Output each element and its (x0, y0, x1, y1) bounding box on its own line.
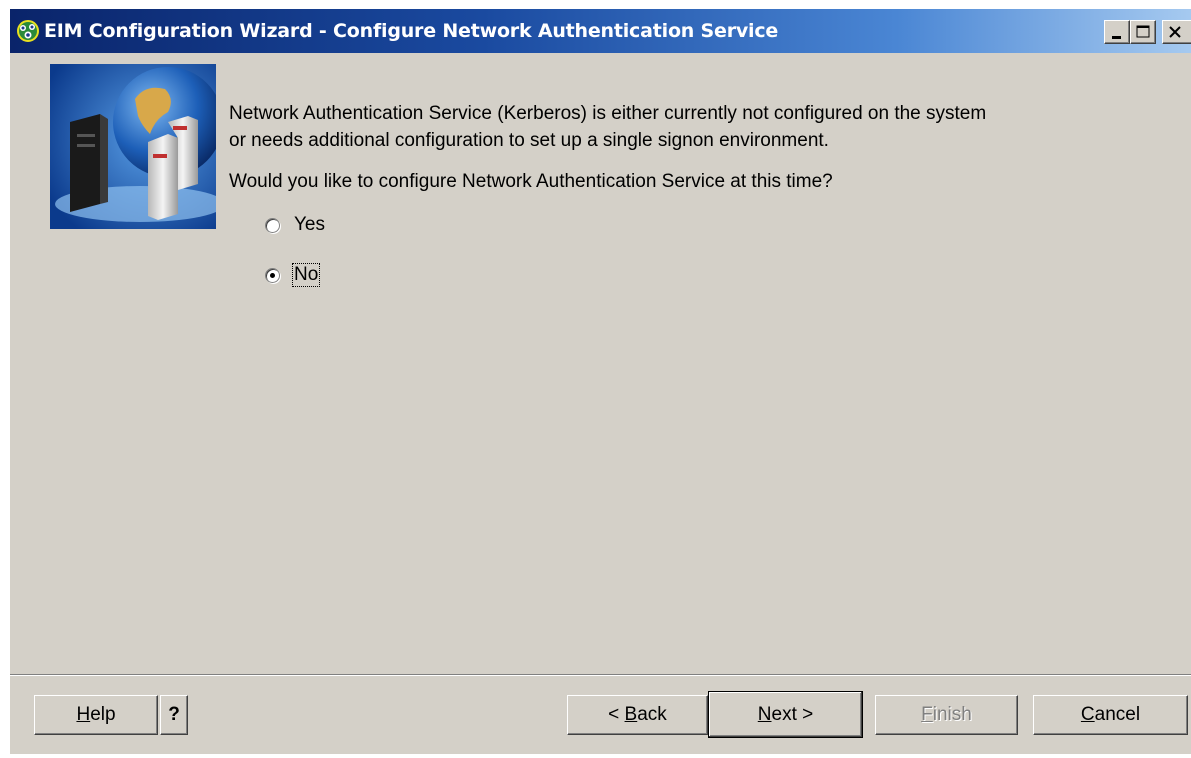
radio-yes-circle[interactable] (265, 217, 280, 233)
minimize-icon (1112, 36, 1121, 39)
back-prefix: < (608, 704, 625, 725)
help-button[interactable]: Help (34, 695, 158, 735)
finish-button: Finish (875, 695, 1018, 735)
radio-no[interactable]: No (265, 263, 321, 287)
next-mnemonic: N (757, 703, 772, 725)
help-mnemonic: H (76, 704, 91, 725)
cancel-label: ancel (1094, 704, 1141, 725)
eim-wizard-icon (17, 20, 39, 42)
next-button[interactable]: Next > (708, 691, 863, 738)
finish-label: inish (932, 704, 972, 725)
question-text: Would you like to configure Network Auth… (229, 171, 833, 192)
footer-separator (10, 674, 1191, 676)
minimize-button[interactable] (1104, 20, 1130, 44)
back-mnemonic: B (624, 704, 638, 725)
wizard-window: EIM Configuration Wizard - Configure Net… (9, 8, 1191, 754)
servers-globe-icon (50, 64, 216, 229)
intro-text: Network Authentication Service (Kerberos… (229, 103, 987, 151)
finish-mnemonic: F (921, 704, 933, 725)
whats-this-button[interactable]: ? (160, 695, 188, 735)
close-icon (1169, 26, 1181, 38)
radio-selected-dot (270, 272, 275, 278)
window-title: EIM Configuration Wizard - Configure Net… (44, 20, 779, 42)
radio-yes[interactable]: Yes (265, 213, 326, 237)
help-label: elp (90, 704, 116, 725)
close-button[interactable] (1162, 20, 1191, 44)
radio-yes-label[interactable]: Yes (293, 214, 326, 236)
radio-no-circle[interactable] (265, 267, 280, 283)
maximize-icon (1136, 25, 1150, 38)
maximize-button[interactable] (1130, 20, 1156, 44)
back-button[interactable]: < Back (567, 695, 708, 735)
title-bar[interactable]: EIM Configuration Wizard - Configure Net… (10, 9, 1191, 53)
cancel-mnemonic: C (1080, 704, 1095, 725)
next-label: ext > (771, 703, 814, 725)
back-label: ack (637, 704, 667, 725)
question-mark-icon: ? (168, 704, 180, 725)
radio-no-label[interactable]: No (291, 263, 321, 287)
wizard-banner-image (50, 64, 216, 229)
cancel-button[interactable]: Cancel (1033, 695, 1188, 735)
